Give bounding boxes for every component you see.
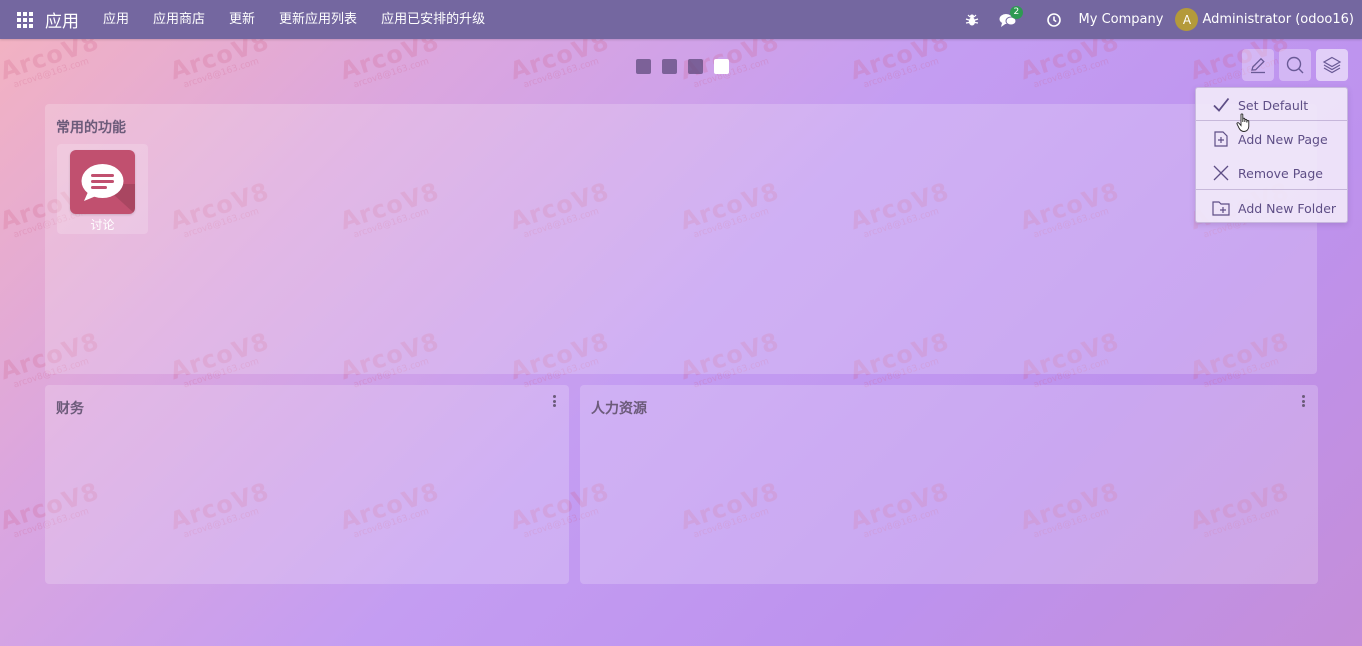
watermark-email: arcov8@163.com (182, 56, 261, 91)
panel-title: 常用的功能 (56, 120, 126, 136)
watermark-logo: ArcoV8arcov8@163.com (167, 39, 275, 93)
divider (1196, 120, 1347, 121)
company-switcher[interactable]: My Company (1079, 12, 1164, 27)
pencil-icon (1251, 57, 1265, 74)
watermark-brand: ArcoV8 (0, 39, 103, 86)
menu-item-updates[interactable]: 更新 (217, 0, 267, 39)
watermark-email: arcov8@163.com (862, 56, 941, 91)
watermark-logo: ArcoV8arcov8@163.com (0, 39, 105, 93)
add-new-folder-option[interactable]: Add New Folder (1196, 191, 1347, 225)
favorites-panel: 常用的功能 讨论 (45, 104, 1317, 374)
watermark-brand: ArcoV8 (1016, 39, 1123, 86)
remove-page-option[interactable]: Remove Page (1196, 156, 1347, 190)
navbar-right: 2 My Company A Administrator (odoo16) (957, 0, 1362, 39)
watermark-logo: ArcoV8arcov8@163.com (507, 39, 615, 93)
app-tile-discuss[interactable]: 讨论 (57, 144, 148, 234)
page-dot-1[interactable] (636, 59, 651, 74)
search-icon (1286, 56, 1304, 74)
finance-panel: 财务 (45, 385, 569, 584)
app-label: 讨论 (90, 218, 115, 232)
main-menu: 应用 应用商店 更新 更新应用列表 应用已安排的升级 (91, 0, 497, 39)
layers-button[interactable] (1316, 49, 1348, 81)
check-icon (1211, 95, 1231, 115)
add-page-icon (1211, 129, 1231, 149)
panel-options-icon[interactable] (1298, 393, 1308, 409)
watermark-brand: ArcoV8 (336, 39, 443, 86)
user-name: Administrator (odoo16) (1202, 12, 1354, 27)
messages-badge: 2 (1009, 6, 1024, 19)
set-default-option[interactable]: Set Default (1196, 88, 1347, 122)
hand-pointer-cursor-icon (1236, 113, 1252, 137)
watermark-brand: ArcoV8 (846, 39, 953, 86)
app-brand[interactable]: 应用 (45, 7, 79, 32)
page-dot-2[interactable] (662, 59, 677, 74)
close-icon (1211, 163, 1231, 183)
page-pager (636, 59, 729, 74)
menu-item-scheduled-upgrades[interactable]: 应用已安排的升级 (369, 0, 497, 39)
watermark-logo: ArcoV8arcov8@163.com (847, 39, 955, 93)
option-label: Add New Folder (1238, 200, 1337, 216)
hr-panel: 人力资源 (580, 385, 1318, 584)
divider (1196, 189, 1347, 190)
edit-button[interactable] (1242, 49, 1274, 81)
dashboard-toolbar (1242, 49, 1348, 81)
watermark-brand: ArcoV8 (166, 39, 273, 86)
watermark-logo: ArcoV8arcov8@163.com (337, 39, 445, 93)
layers-icon (1322, 56, 1342, 74)
option-label: Remove Page (1238, 165, 1323, 181)
search-button[interactable] (1279, 49, 1311, 81)
panel-options-icon[interactable] (549, 393, 559, 409)
menu-item-update-apps-list[interactable]: 更新应用列表 (267, 0, 369, 39)
watermark-email: arcov8@163.com (1032, 56, 1111, 91)
watermark-email: arcov8@163.com (522, 56, 601, 91)
apps-grid-icon[interactable] (17, 11, 33, 28)
watermark-email: arcov8@163.com (12, 56, 91, 91)
layers-dropdown-menu: Set Default Add New Page Remove Page Add… (1195, 87, 1348, 223)
discuss-chat-icon (70, 150, 135, 214)
avatar: A (1175, 8, 1199, 31)
option-label: Set Default (1238, 97, 1309, 113)
panel-title: 人力资源 (591, 401, 647, 417)
top-navbar: 应用 应用 应用商店 更新 更新应用列表 应用已安排的升级 2 My Compa… (0, 0, 1362, 39)
add-new-page-option[interactable]: Add New Page (1196, 122, 1347, 156)
menu-item-app-store[interactable]: 应用商店 (141, 0, 217, 39)
messages-chat-icon[interactable]: 2 (993, 0, 1024, 39)
watermark-email: arcov8@163.com (352, 56, 431, 91)
watermark-logo: ArcoV8arcov8@163.com (1017, 39, 1125, 93)
debug-bug-icon[interactable] (957, 0, 987, 39)
watermark-brand: ArcoV8 (506, 39, 613, 86)
activity-clock-icon[interactable] (1039, 0, 1069, 39)
panel-title: 财务 (56, 401, 84, 417)
page-dot-3[interactable] (688, 59, 703, 74)
add-folder-icon (1211, 198, 1231, 218)
menu-item-apps[interactable]: 应用 (91, 0, 141, 39)
user-menu[interactable]: A Administrator (odoo16) (1175, 8, 1354, 31)
page-dot-4[interactable] (714, 59, 729, 74)
